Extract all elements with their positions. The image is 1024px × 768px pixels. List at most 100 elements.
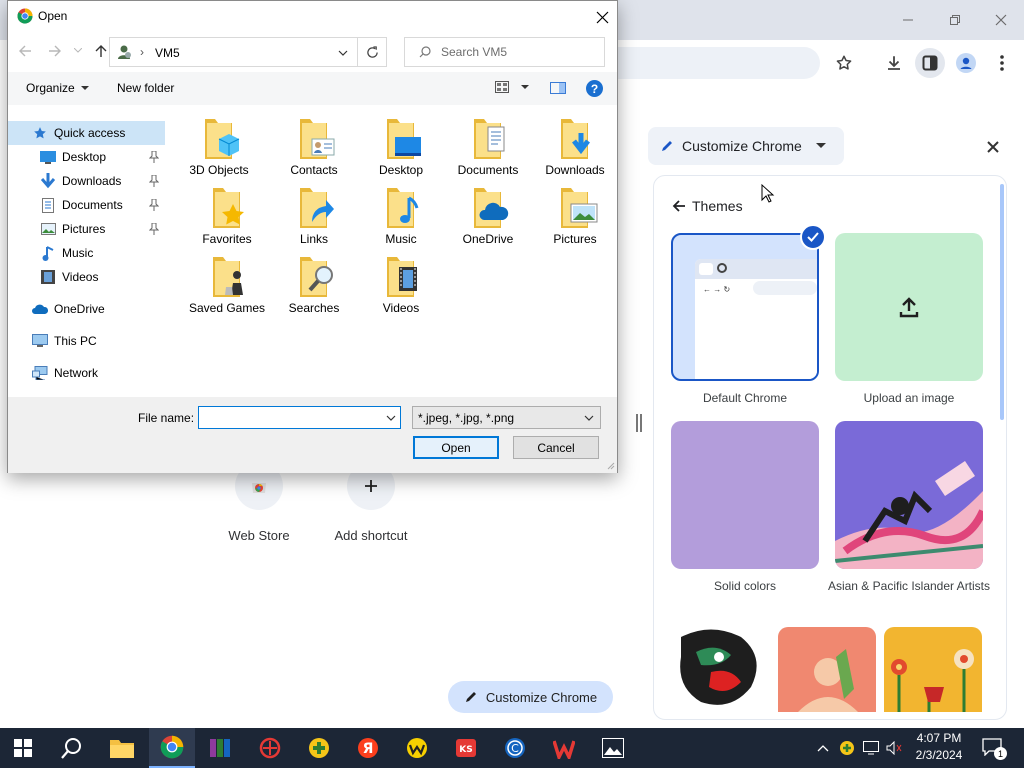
theme-default-chrome[interactable]: ← → ↻ — [671, 233, 819, 381]
theme-tile-partial[interactable] — [778, 627, 876, 712]
dialog-close-button[interactable] — [592, 7, 612, 27]
user-folder-icon — [118, 45, 131, 59]
shortcut-label: Add shortcut — [334, 528, 408, 543]
folder-desktop[interactable]: Desktop — [359, 117, 443, 178]
taskbar-ks-app[interactable]: KS — [443, 728, 489, 768]
file-name-input[interactable] — [198, 406, 401, 429]
folder-downloads[interactable]: Downloads — [533, 117, 617, 178]
pin-icon[interactable] — [149, 151, 159, 163]
open-button[interactable]: Open — [413, 436, 499, 459]
new-folder-button[interactable]: New folder — [117, 81, 174, 95]
nav-item-this-pc[interactable]: This PC — [8, 329, 165, 353]
nav-item-desktop[interactable]: Desktop — [8, 145, 165, 169]
theme-tile-partial[interactable] — [884, 627, 982, 712]
nav-item-label: Videos — [62, 270, 99, 284]
nav-item-quick-access[interactable]: Quick access — [8, 121, 165, 145]
taskbar-search-button[interactable] — [49, 728, 95, 768]
theme-upload-image[interactable] — [835, 233, 983, 381]
customize-chrome-button[interactable]: Customize Chrome — [448, 681, 613, 713]
resize-grip-icon[interactable] — [607, 462, 615, 470]
theme-api-artists[interactable] — [835, 421, 983, 569]
taskbar-ccleaner[interactable]: C — [492, 728, 538, 768]
folder-label: 3D Objects — [189, 163, 249, 177]
profile-button[interactable] — [954, 51, 978, 75]
shortcut-web-store[interactable]: Web Store — [199, 462, 319, 543]
folder-searches[interactable]: Searches — [272, 255, 356, 316]
volume-muted-icon[interactable] — [886, 741, 902, 755]
pin-icon[interactable] — [149, 223, 159, 235]
bookmark-star-button[interactable] — [832, 51, 856, 75]
folder-music[interactable]: Music — [359, 186, 443, 247]
folder-links[interactable]: Links — [272, 186, 356, 247]
taskbar-clock[interactable]: 4:07 PM 2/3/2024 — [908, 730, 970, 764]
file-list: 3D Objects Contacts Desktop Documents Do… — [165, 105, 617, 397]
themes-back-button[interactable]: Themes — [672, 198, 743, 214]
taskbar-photos[interactable] — [590, 728, 636, 768]
back-button[interactable] — [18, 44, 32, 58]
folder-contacts[interactable]: Contacts — [272, 117, 356, 178]
side-panel-resize-handle[interactable] — [636, 414, 642, 432]
breadcrumb-segment[interactable]: VM5 — [155, 46, 180, 60]
notification-center-button[interactable]: 1 — [982, 738, 1007, 760]
recent-locations-button[interactable] — [74, 48, 82, 53]
window-minimize-button[interactable] — [896, 8, 920, 32]
folder-3d-objects[interactable]: 3D Objects — [177, 117, 261, 178]
up-button[interactable] — [94, 44, 108, 58]
search-input[interactable]: Search VM5 — [404, 37, 605, 67]
nav-item-network[interactable]: Network — [8, 361, 165, 385]
network-status-icon[interactable] — [863, 741, 879, 755]
theme-tile-partial[interactable] — [671, 627, 769, 712]
taskbar-winrar[interactable] — [197, 728, 243, 768]
pin-icon[interactable] — [149, 175, 159, 187]
chevron-down-icon[interactable] — [338, 50, 348, 56]
pin-icon[interactable] — [149, 199, 159, 211]
nav-item-onedrive[interactable]: OneDrive — [8, 297, 165, 321]
taskbar-yandex[interactable]: Я — [345, 728, 391, 768]
nav-item-label: Documents — [62, 198, 123, 212]
refresh-button[interactable] — [357, 37, 387, 67]
taskbar-green-plus-app[interactable] — [296, 728, 342, 768]
taskbar-wps[interactable] — [541, 728, 587, 768]
nav-item-downloads[interactable]: Downloads — [8, 169, 165, 193]
green-plus-tray-icon[interactable] — [839, 740, 855, 756]
taskbar-chrome[interactable] — [149, 728, 195, 768]
address-breadcrumb[interactable]: › VM5 — [109, 37, 358, 67]
side-panel-scrollbar[interactable] — [1000, 184, 1004, 420]
start-button[interactable] — [0, 728, 46, 768]
folder-videos[interactable]: Videos — [359, 255, 443, 316]
theme-solid-colors[interactable] — [671, 421, 819, 569]
folder-label: Music — [385, 232, 417, 246]
side-panel-close-button[interactable] — [984, 138, 1002, 156]
forward-button[interactable] — [48, 44, 62, 58]
file-type-select[interactable]: *.jpeg, *.jpg, *.png — [412, 406, 601, 429]
help-button[interactable]: ? — [586, 80, 603, 97]
nav-item-videos[interactable]: Videos — [8, 265, 165, 289]
side-panel-button[interactable] — [915, 48, 945, 78]
organize-button[interactable]: Organize — [26, 81, 89, 95]
folder-pictures[interactable]: Pictures — [533, 186, 617, 247]
nav-item-pictures[interactable]: Pictures — [8, 217, 165, 241]
chevron-down-icon[interactable] — [386, 415, 396, 421]
nav-item-music[interactable]: Music — [8, 241, 165, 265]
folder-favorites[interactable]: Favorites — [185, 186, 269, 247]
taskbar-yellow-app[interactable] — [394, 728, 440, 768]
chevron-up-icon[interactable] — [817, 744, 829, 752]
window-restore-button[interactable] — [943, 8, 967, 32]
nav-item-documents[interactable]: Documents — [8, 193, 165, 217]
photos-icon — [602, 738, 624, 758]
folder-onedrive[interactable]: OneDrive — [446, 186, 530, 247]
chrome-menu-button[interactable] — [990, 51, 1014, 75]
folder-saved-games[interactable]: Saved Games — [185, 255, 269, 316]
folder-documents[interactable]: Documents — [446, 117, 530, 178]
view-options-button[interactable] — [495, 81, 529, 93]
side-panel-header-dropdown[interactable]: Customize Chrome — [648, 127, 844, 165]
window-close-button[interactable] — [989, 8, 1013, 32]
taskbar-kaspersky[interactable] — [247, 728, 293, 768]
downloads-button[interactable] — [882, 51, 906, 75]
preview-pane-button[interactable] — [550, 82, 566, 94]
taskbar-file-explorer[interactable] — [99, 728, 145, 768]
cancel-button[interactable]: Cancel — [513, 436, 599, 459]
shortcut-add[interactable]: Add shortcut — [311, 462, 431, 543]
yellow-w-icon — [407, 738, 427, 758]
arrow-right-icon — [49, 45, 61, 57]
